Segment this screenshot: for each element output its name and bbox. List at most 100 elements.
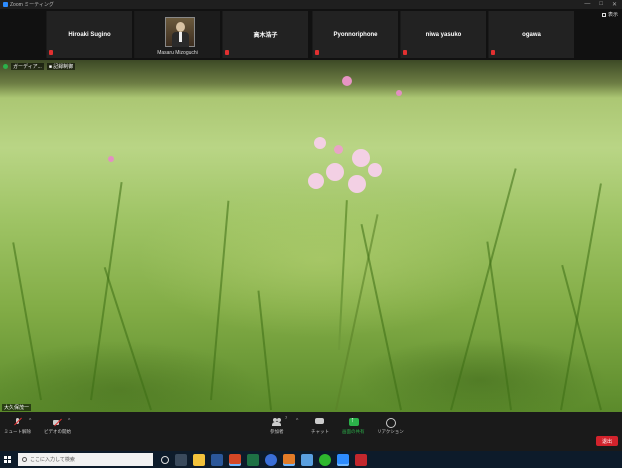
- word-icon[interactable]: [211, 453, 223, 466]
- chat-label: チャット: [311, 429, 329, 434]
- participant-tile[interactable]: 高木浩子: [222, 11, 308, 58]
- background-trees: [0, 60, 622, 98]
- file-explorer-icon[interactable]: [193, 453, 205, 466]
- chat-icon: [315, 418, 325, 426]
- participant-tile[interactable]: Hiroaki Sugino: [46, 11, 132, 58]
- grass-blade: [90, 182, 123, 401]
- maximize-button[interactable]: □: [599, 1, 603, 8]
- minimize-button[interactable]: —: [584, 1, 590, 8]
- flower-petal: [308, 173, 324, 189]
- unmute-label: ミュート解除: [4, 429, 31, 434]
- participants-icon: [272, 418, 282, 426]
- windows-taskbar: ここに入力して検索: [0, 451, 622, 468]
- view-button[interactable]: 表示: [601, 11, 618, 18]
- participant-name: Hiroaki Sugino: [68, 31, 111, 38]
- participant-name: Pyonnoriphone: [333, 31, 378, 38]
- flower-petal: [326, 163, 344, 181]
- browser-icon[interactable]: [265, 453, 277, 466]
- muted-mic-icon: [49, 50, 53, 55]
- grass-blade: [560, 183, 602, 411]
- view-label: 表示: [607, 12, 618, 18]
- main-video: ガーディア... ■ 記録制御 大久保茂一: [0, 60, 622, 412]
- reactions-label: リアクション: [377, 429, 404, 434]
- status-label: ガーディア...: [11, 63, 44, 70]
- grass-blade: [257, 290, 272, 411]
- recording-indicator: ■ 記録制御: [46, 63, 76, 70]
- grass-blade: [103, 267, 152, 411]
- window-controls: — □ ✕: [584, 1, 622, 8]
- zoom-taskbar-icon[interactable]: [337, 453, 349, 466]
- title-bar: Zoom ミーティング — □ ✕: [0, 0, 622, 9]
- reaction-smiley-icon: [385, 418, 396, 428]
- participants-count: 7: [285, 415, 288, 420]
- flower-petal: [314, 137, 326, 149]
- search-icon: [22, 457, 27, 462]
- participants-options-caret[interactable]: ^: [296, 418, 298, 424]
- participant-name: ogawa: [522, 31, 541, 38]
- person-tie: [179, 32, 182, 42]
- share-screen-button[interactable]: 画面の共有: [342, 417, 365, 435]
- line-icon[interactable]: [319, 453, 331, 466]
- meeting-status: ガーディア... ■ 記録制御: [3, 63, 76, 70]
- reactions-button[interactable]: リアクション: [377, 418, 404, 435]
- start-video-label: ビデオの開始: [44, 429, 71, 434]
- participants-button[interactable]: 参加者: [270, 418, 284, 435]
- grid-icon: [601, 12, 606, 17]
- excel-icon[interactable]: [247, 453, 259, 466]
- share-screen-icon: [348, 417, 359, 426]
- video-off-icon: [53, 418, 62, 426]
- start-button[interactable]: [0, 451, 14, 468]
- pdf-reader-icon[interactable]: [355, 453, 367, 466]
- start-video-button[interactable]: ビデオの開始: [44, 418, 71, 435]
- participant-tile[interactable]: niwa yasuko: [400, 11, 486, 58]
- grass-blade: [210, 200, 230, 401]
- distant-flower: [342, 76, 352, 86]
- app-icon[interactable]: [283, 453, 295, 466]
- muted-mic-icon: [225, 50, 229, 55]
- speaker-name: 大久保茂一: [2, 404, 32, 411]
- participant-name: Masaru Mizoguchi: [157, 50, 198, 56]
- presentation-app-icon[interactable]: [229, 453, 241, 466]
- flower-petal: [348, 175, 366, 193]
- primrose-flower-cluster: [300, 135, 390, 215]
- flower-petal: [352, 149, 370, 167]
- flower-petal: [334, 145, 343, 154]
- encryption-shield-icon[interactable]: [3, 64, 8, 69]
- audio-options-caret[interactable]: ^: [29, 418, 31, 424]
- grass-blade: [360, 223, 402, 411]
- participant-name: niwa yasuko: [425, 31, 462, 38]
- participant-tile[interactable]: Pyonnoriphone: [312, 11, 398, 58]
- muted-mic-icon: [403, 50, 407, 55]
- muted-mic-icon: [491, 50, 495, 55]
- participant-tile[interactable]: Masaru Mizoguchi: [134, 11, 220, 58]
- leave-button[interactable]: 退出: [596, 436, 618, 446]
- unmute-button[interactable]: ミュート解除: [4, 418, 31, 435]
- flower-stem: [338, 200, 348, 351]
- flower-petal: [368, 163, 382, 177]
- grass-blade: [12, 242, 42, 401]
- distant-flower: [396, 90, 402, 96]
- participants-label: 参加者: [270, 429, 284, 434]
- participant-video: [165, 17, 195, 47]
- muted-mic-icon: [315, 50, 319, 55]
- task-view-icon[interactable]: [175, 453, 187, 466]
- window-title: Zoom ミーティング: [10, 2, 54, 8]
- share-screen-label: 画面の共有: [342, 429, 365, 434]
- video-options-caret[interactable]: ^: [68, 418, 70, 424]
- muted-microphone-icon: [13, 418, 22, 426]
- participant-name: 高木浩子: [253, 33, 278, 39]
- close-button[interactable]: ✕: [612, 1, 617, 8]
- zoom-window: Zoom ミーティング — □ ✕ Hiroaki Sugino Masaru …: [0, 0, 622, 468]
- chat-button[interactable]: チャット: [311, 418, 329, 435]
- search-placeholder: ここに入力して検索: [30, 457, 75, 463]
- person-face: [176, 22, 185, 32]
- participant-strip: Hiroaki Sugino Masaru Mizoguchi 高木浩子 Pyo…: [0, 9, 622, 60]
- distant-flower: [108, 156, 114, 162]
- grass-blade: [486, 241, 512, 411]
- app-icon[interactable]: [301, 453, 313, 466]
- cortana-icon[interactable]: [161, 455, 169, 464]
- participant-tile[interactable]: ogawa: [488, 11, 574, 58]
- zoom-logo-icon: [3, 2, 8, 7]
- taskbar-search-box[interactable]: ここに入力して検索: [18, 453, 153, 466]
- windows-logo-icon: [3, 456, 11, 463]
